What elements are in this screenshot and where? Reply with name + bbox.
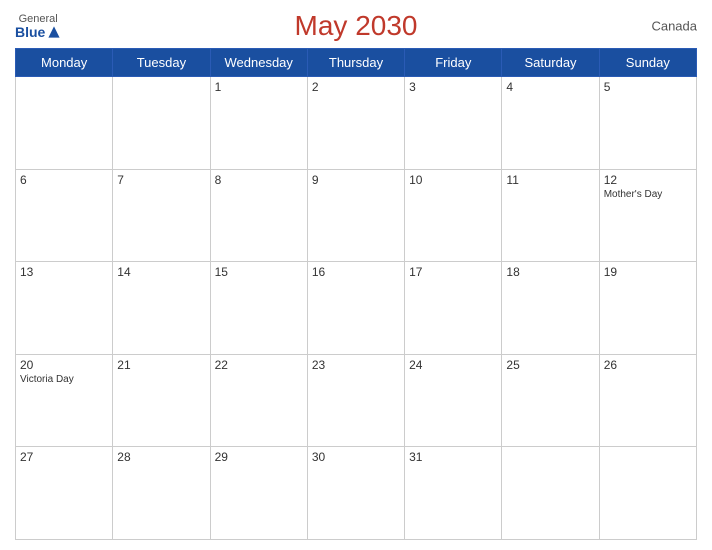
calendar-cell: 7 [113,169,210,262]
weekday-header: Tuesday [113,49,210,77]
calendar-cell: 2 [307,77,404,170]
calendar-cell [113,77,210,170]
day-number: 6 [20,173,108,187]
calendar-cell: 1 [210,77,307,170]
calendar-cell: 15 [210,262,307,355]
calendar-header: General Blue May 2030 Canada [15,10,697,42]
logo-general-text: General [19,14,58,25]
day-number: 22 [215,358,303,372]
country-label: Canada [651,19,697,34]
calendar-cell: 11 [502,169,599,262]
calendar-cell: 21 [113,354,210,447]
day-number: 26 [604,358,692,372]
calendar-table: MondayTuesdayWednesdayThursdayFridaySatu… [15,48,697,540]
calendar-cell: 18 [502,262,599,355]
weekday-header: Wednesday [210,49,307,77]
weekday-header: Friday [405,49,502,77]
day-number: 21 [117,358,205,372]
day-number: 4 [506,80,594,94]
weekday-header: Thursday [307,49,404,77]
day-number: 20 [20,358,108,372]
calendar-cell: 19 [599,262,696,355]
calendar-cell: 3 [405,77,502,170]
day-number: 31 [409,450,497,464]
calendar-cell [599,447,696,540]
day-number: 27 [20,450,108,464]
page-title: May 2030 [295,10,418,42]
day-number: 12 [604,173,692,187]
calendar-cell: 25 [502,354,599,447]
day-number: 13 [20,265,108,279]
day-number: 11 [506,173,594,187]
calendar-cell: 17 [405,262,502,355]
day-number: 3 [409,80,497,94]
calendar-cell: 23 [307,354,404,447]
day-number: 18 [506,265,594,279]
weekday-header: Sunday [599,49,696,77]
calendar-cell: 6 [16,169,113,262]
calendar-cell: 16 [307,262,404,355]
day-number: 16 [312,265,400,279]
calendar-week-row: 6789 10 11 12 Mother's Day [16,169,697,262]
calendar-cell: 31 [405,447,502,540]
day-number: 2 [312,80,400,94]
calendar-cell: 13 [16,262,113,355]
day-number: 30 [312,450,400,464]
calendar-week-row: 27 28 29 30 31 [16,447,697,540]
calendar-cell: 5 [599,77,696,170]
day-number: 7 [117,173,205,187]
calendar-cell [502,447,599,540]
day-number: 23 [312,358,400,372]
day-number: 9 [312,173,400,187]
day-number: 28 [117,450,205,464]
day-number: 19 [604,265,692,279]
calendar-week-row: 13 14 15 16 17 18 19 [16,262,697,355]
logo-blue-text: Blue [15,25,61,39]
weekday-header: Monday [16,49,113,77]
day-number: 24 [409,358,497,372]
calendar-body: 123456789101112Mother's Day1314151617181… [16,77,697,540]
day-number: 1 [215,80,303,94]
day-number: 17 [409,265,497,279]
day-number: 14 [117,265,205,279]
calendar-cell: 24 [405,354,502,447]
calendar-cell: 9 [307,169,404,262]
calendar-week-row: 20 Victoria Day 21 22 23 24 25 26 [16,354,697,447]
calendar-cell: 10 [405,169,502,262]
calendar-event: Mother's Day [604,189,692,200]
day-number: 10 [409,173,497,187]
calendar-event: Victoria Day [20,374,108,385]
calendar-week-row: 12345 [16,77,697,170]
calendar-cell: 8 [210,169,307,262]
calendar-cell: 14 [113,262,210,355]
day-number: 8 [215,173,303,187]
calendar-cell [16,77,113,170]
calendar-header-row: MondayTuesdayWednesdayThursdayFridaySatu… [16,49,697,77]
calendar-cell: 20 Victoria Day [16,354,113,447]
calendar-cell: 30 [307,447,404,540]
calendar-cell: 4 [502,77,599,170]
calendar-cell: 28 [113,447,210,540]
day-number: 25 [506,358,594,372]
calendar-cell: 22 [210,354,307,447]
weekday-header: Saturday [502,49,599,77]
calendar-cell: 12 Mother's Day [599,169,696,262]
calendar-cell: 29 [210,447,307,540]
logo: General Blue [15,14,61,39]
calendar-cell: 27 [16,447,113,540]
day-number: 15 [215,265,303,279]
day-number: 29 [215,450,303,464]
calendar-cell: 26 [599,354,696,447]
day-number: 5 [604,80,692,94]
